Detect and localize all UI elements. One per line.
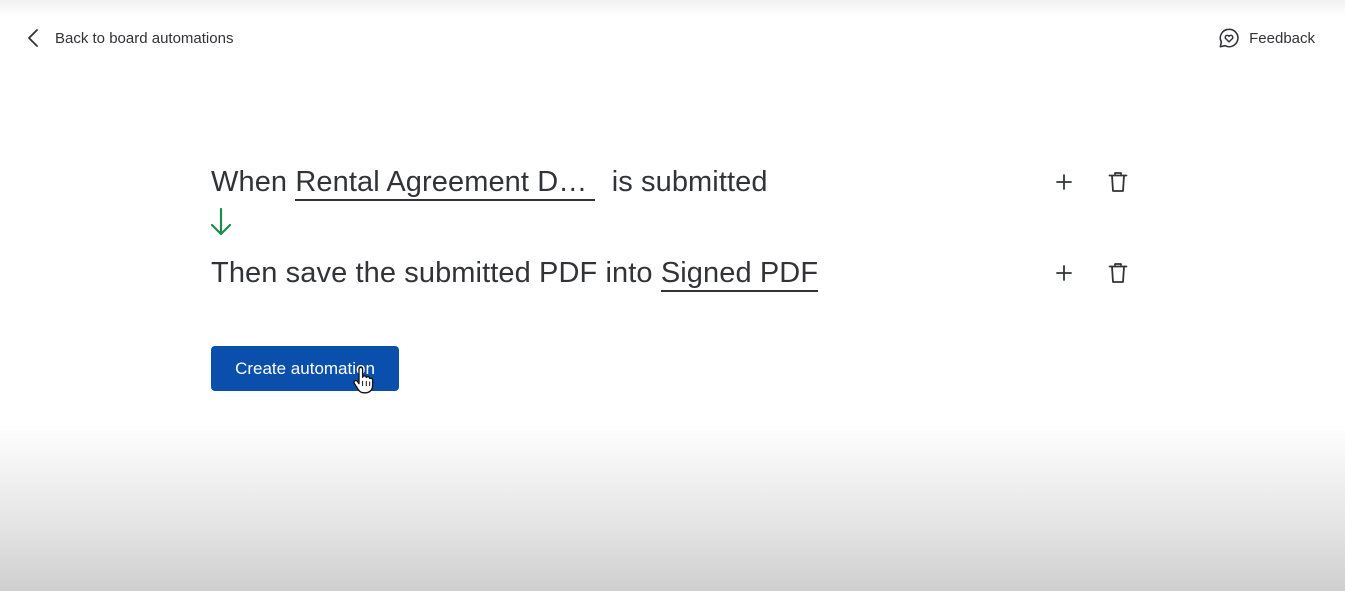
trash-icon — [1108, 263, 1128, 283]
feedback-button[interactable]: Feedback — [1218, 24, 1315, 52]
add-action-button[interactable] — [1051, 260, 1077, 286]
action-prefix: Then save the submitted PDF into — [211, 257, 661, 289]
delete-trigger-button[interactable] — [1105, 169, 1131, 195]
chevron-left-icon — [28, 29, 38, 47]
plus-icon — [1056, 174, 1072, 190]
action-text: Then save the submitted PDF into Signed … — [211, 253, 819, 293]
back-link-label: Back to board automations — [55, 29, 234, 47]
heart-chat-icon — [1219, 28, 1239, 48]
add-condition-button[interactable] — [1051, 169, 1077, 195]
action-actions — [1051, 259, 1131, 287]
feedback-label: Feedback — [1249, 29, 1315, 47]
trigger-form-field[interactable]: Rental Agreement D… — [295, 165, 596, 201]
back-to-board-automations-link[interactable]: Back to board automations — [24, 24, 233, 52]
trigger-text: When Rental Agreement D… is submitted — [211, 162, 768, 202]
plus-icon — [1056, 265, 1072, 281]
trigger-prefix: When — [211, 166, 296, 198]
delete-action-button[interactable] — [1105, 260, 1131, 286]
create-automation-button[interactable]: Create automation — [211, 346, 399, 391]
trigger-actions — [1051, 168, 1131, 196]
action-target-field[interactable]: Signed PDF — [660, 256, 819, 292]
trash-icon — [1108, 172, 1128, 192]
arrow-down-icon — [210, 207, 232, 236]
top-bar: Back to board automations Feedback — [0, 0, 1345, 76]
trigger-sentence: When Rental Agreement D… is submitted — [211, 162, 1131, 202]
trigger-suffix: is submitted — [595, 166, 768, 198]
action-sentence: Then save the submitted PDF into Signed … — [211, 253, 1131, 293]
